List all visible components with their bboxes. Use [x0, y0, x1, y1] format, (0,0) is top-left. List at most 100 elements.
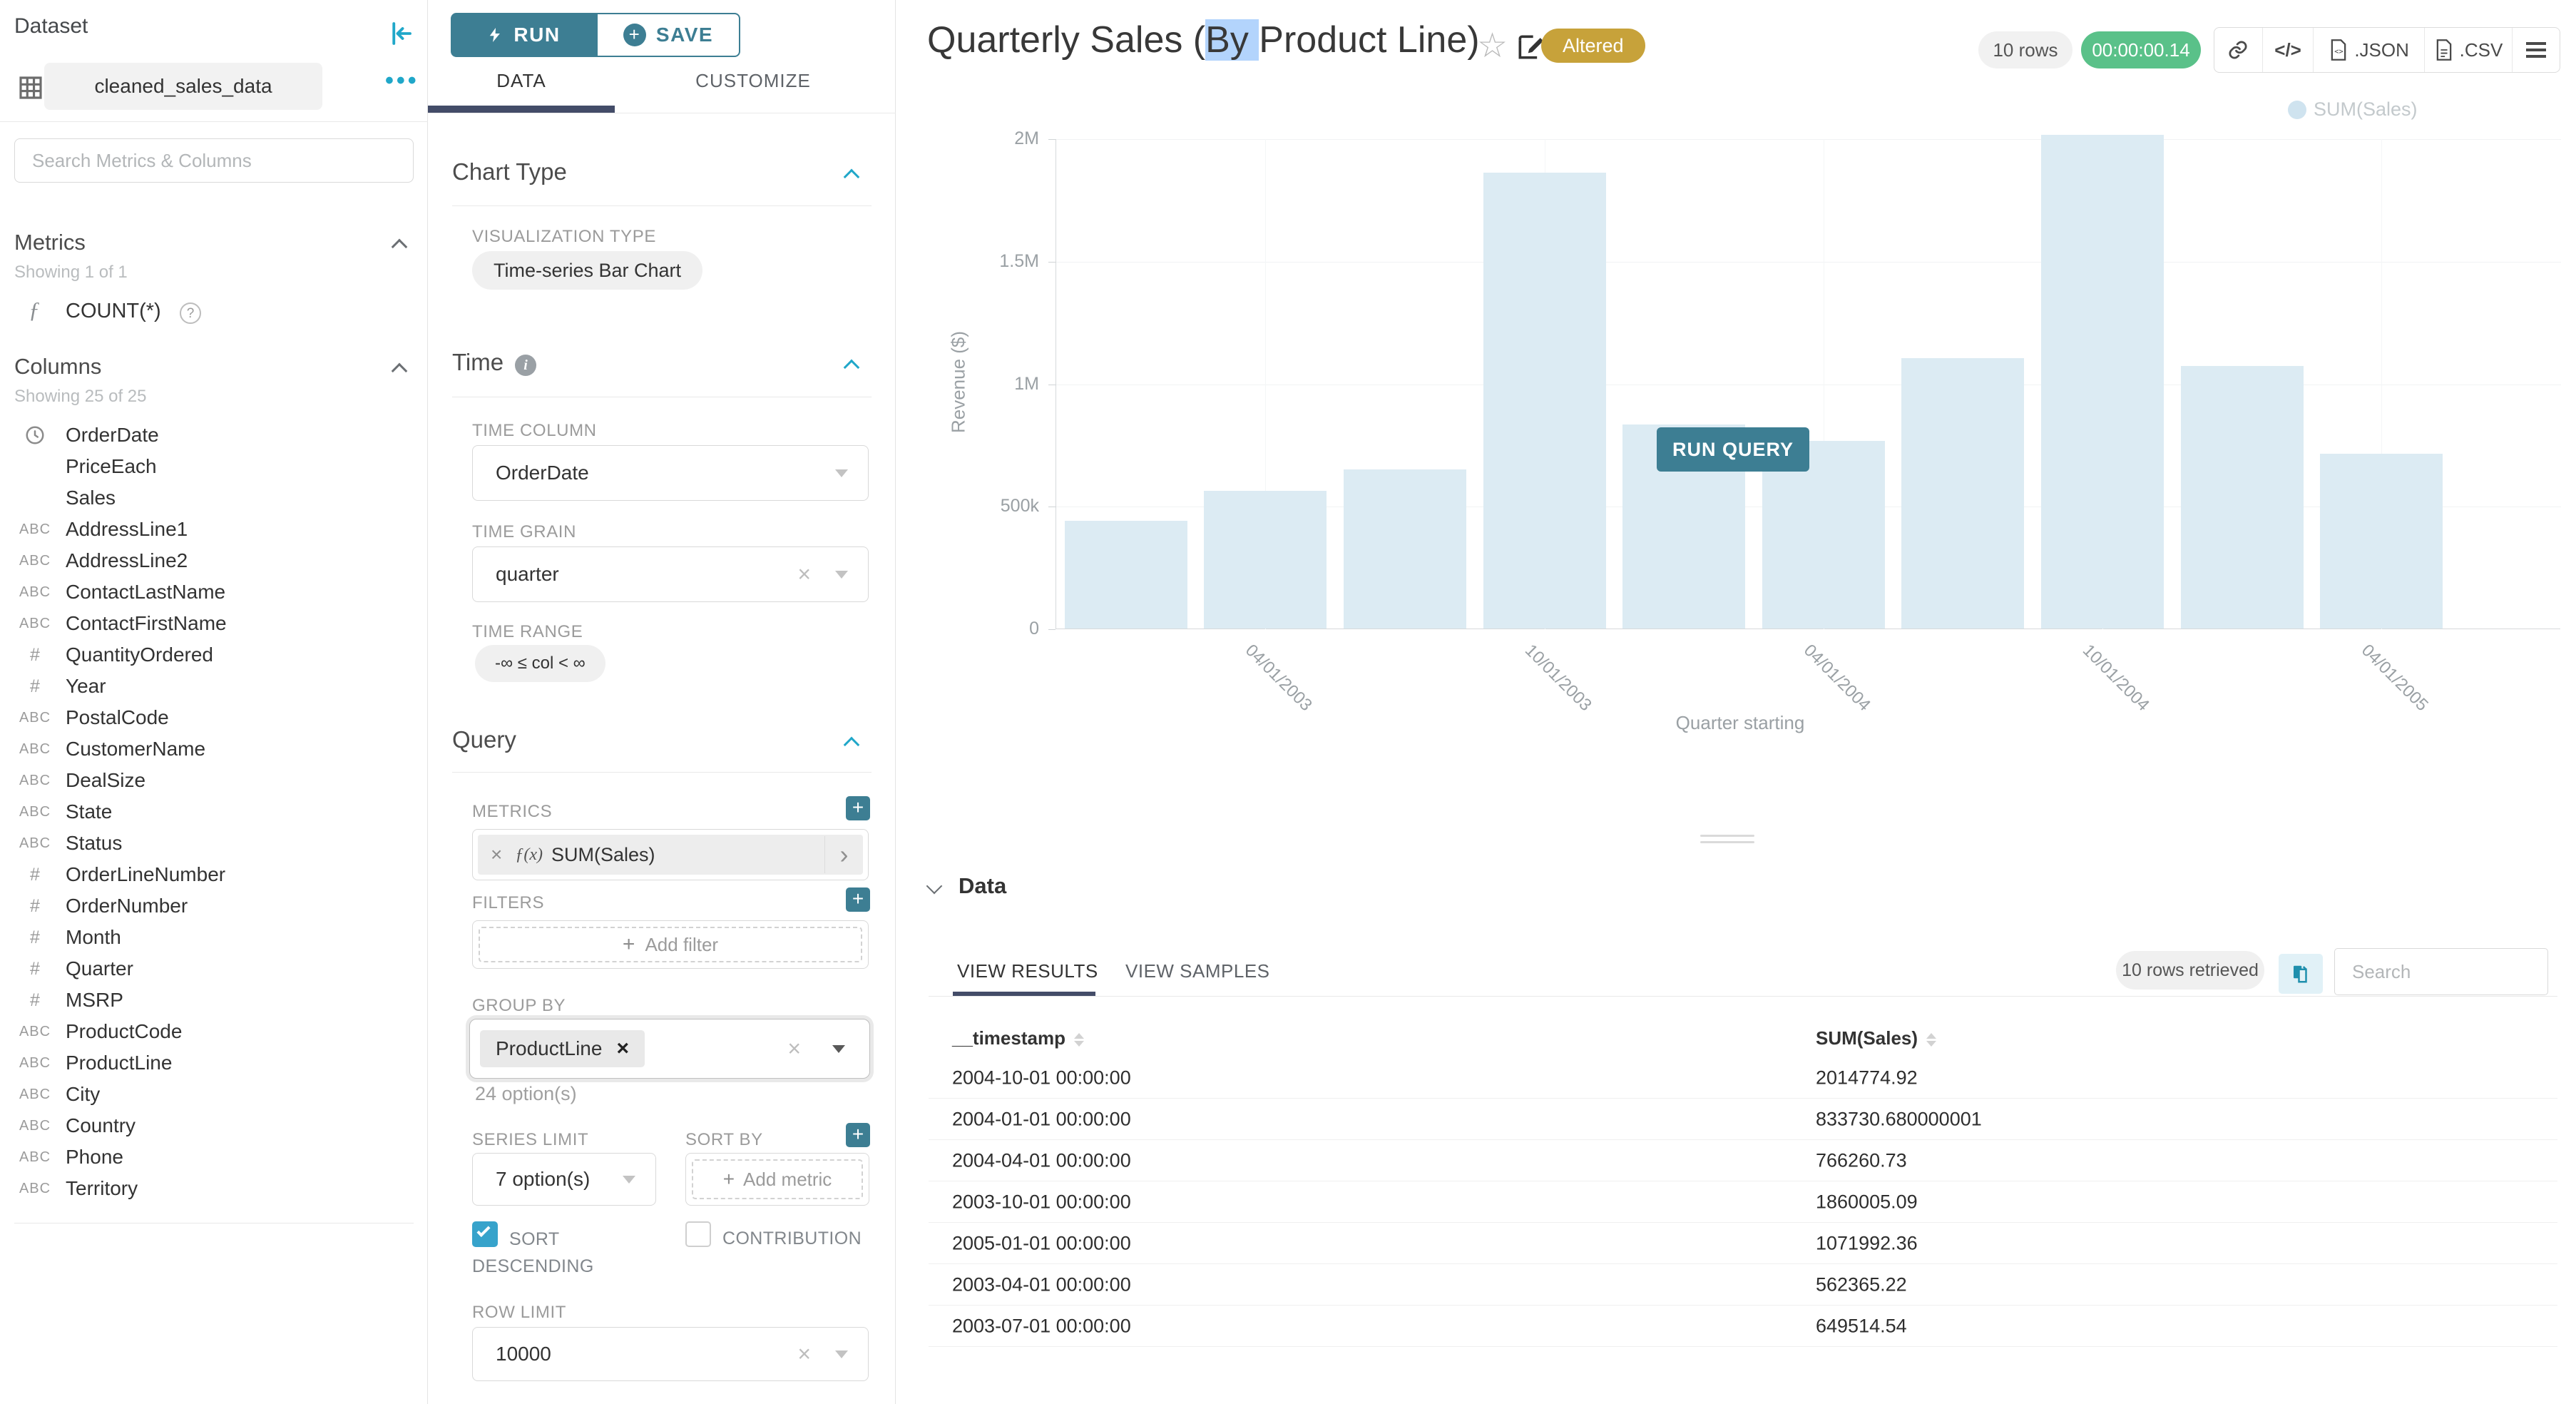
- column-item-orderlinenumber[interactable]: #OrderLineNumber: [0, 859, 428, 890]
- column-item-sales[interactable]: Sales: [0, 482, 428, 514]
- column-item-month[interactable]: #Month: [0, 922, 428, 953]
- dataset-name[interactable]: cleaned_sales_data: [44, 63, 322, 110]
- table-row[interactable]: 2005-01-01 00:00:001071992.36: [929, 1223, 2557, 1264]
- panel-resize-handle[interactable]: [1700, 835, 1754, 848]
- column-item-state[interactable]: ABCState: [0, 796, 428, 828]
- run-button[interactable]: RUN: [451, 13, 596, 57]
- dataset-search[interactable]: [14, 138, 414, 183]
- bar-2003-01-01[interactable]: [1065, 521, 1187, 629]
- column-item-contactfirstname[interactable]: ABCContactFirstName: [0, 608, 428, 639]
- time-range-value[interactable]: -∞ ≤ col < ∞: [475, 645, 605, 682]
- data-search-input[interactable]: [2335, 949, 2547, 994]
- column-item-orderdate[interactable]: OrderDate: [0, 419, 428, 451]
- table-row[interactable]: 2004-04-01 00:00:00766260.73: [929, 1140, 2557, 1181]
- column-item-postalcode[interactable]: ABCPostalCode: [0, 702, 428, 733]
- menu-icon[interactable]: [2513, 28, 2560, 72]
- column-item-phone[interactable]: ABCPhone: [0, 1141, 428, 1173]
- column-item-addressline2[interactable]: ABCAddressLine2: [0, 545, 428, 576]
- column-item-city[interactable]: ABCCity: [0, 1079, 428, 1110]
- query-collapse-icon[interactable]: [844, 737, 860, 753]
- chart-legend[interactable]: SUM(Sales): [2288, 98, 2418, 121]
- tab-data[interactable]: DATA: [428, 70, 615, 92]
- time-column-select[interactable]: OrderDate: [472, 445, 869, 501]
- altered-badge[interactable]: Altered: [1541, 29, 1645, 63]
- contribution-checkbox[interactable]: [685, 1221, 711, 1247]
- table-row[interactable]: 2003-07-01 00:00:00649514.54: [929, 1306, 2557, 1347]
- metric-chip[interactable]: × ƒ(x) SUM(Sales) ›: [478, 835, 863, 875]
- chevron-right-icon[interactable]: ›: [824, 836, 863, 873]
- export-csv-button[interactable]: .CSV: [2425, 28, 2513, 72]
- bar-2003-07-01[interactable]: [1344, 469, 1466, 629]
- data-search[interactable]: [2334, 948, 2548, 995]
- bar-2005-04-01[interactable]: [2320, 454, 2443, 629]
- table-row[interactable]: 2004-10-01 00:00:002014774.92: [929, 1057, 2557, 1099]
- clear-icon[interactable]: ×: [797, 1341, 811, 1368]
- add-metric-button[interactable]: +: [846, 796, 870, 820]
- table-row[interactable]: 2004-01-01 00:00:00833730.680000001: [929, 1099, 2557, 1140]
- column-item-addressline1[interactable]: ABCAddressLine1: [0, 514, 428, 545]
- copy-link-button[interactable]: [2214, 28, 2263, 72]
- save-button[interactable]: + SAVE: [596, 13, 740, 57]
- add-filter-dropzone[interactable]: + Add filter: [479, 927, 862, 962]
- bar-2004-10-01[interactable]: [2041, 135, 2164, 629]
- row-limit-select[interactable]: 10000 ×: [472, 1327, 869, 1381]
- time-info-icon[interactable]: i: [515, 355, 536, 376]
- favorite-star-icon[interactable]: ☆: [1477, 26, 1508, 66]
- time-collapse-icon[interactable]: [844, 360, 860, 376]
- column-item-territory[interactable]: ABCTerritory: [0, 1173, 428, 1204]
- data-collapse-icon[interactable]: [926, 878, 943, 895]
- column-item-productline[interactable]: ABCProductLine: [0, 1047, 428, 1079]
- column-item-msrp[interactable]: #MSRP: [0, 985, 428, 1016]
- column-item-contactlastname[interactable]: ABCContactLastName: [0, 576, 428, 608]
- table-row[interactable]: 2003-10-01 00:00:001860005.09: [929, 1181, 2557, 1223]
- remove-metric-icon[interactable]: ×: [478, 843, 515, 866]
- metric-help-icon[interactable]: ?: [180, 302, 201, 324]
- columns-collapse-icon[interactable]: [392, 363, 408, 380]
- column-item-customername[interactable]: ABCCustomerName: [0, 733, 428, 765]
- column-item-ordernumber[interactable]: #OrderNumber: [0, 890, 428, 922]
- export-json-button[interactable]: <> .JSON: [2314, 28, 2424, 72]
- column-item-productcode[interactable]: ABCProductCode: [0, 1016, 428, 1047]
- metrics-collapse-icon[interactable]: [392, 239, 408, 255]
- bar-2004-07-01[interactable]: [1901, 358, 2024, 629]
- tab-view-samples[interactable]: VIEW SAMPLES: [1125, 960, 1270, 982]
- remove-chip-icon[interactable]: ×: [616, 1037, 629, 1061]
- tab-customize[interactable]: CUSTOMIZE: [615, 70, 891, 92]
- column-item-priceeach[interactable]: PriceEach: [0, 451, 428, 482]
- column-item-quarter[interactable]: #Quarter: [0, 953, 428, 985]
- tab-view-results[interactable]: VIEW RESULTS: [957, 960, 1098, 982]
- dataset-search-input[interactable]: [15, 139, 413, 182]
- chart-type-collapse-icon[interactable]: [844, 169, 860, 185]
- sort-icon[interactable]: [1074, 1033, 1084, 1047]
- add-filter-button[interactable]: +: [846, 887, 870, 912]
- group-by-select[interactable]: ProductLine × ×: [469, 1019, 870, 1079]
- visualization-type-value[interactable]: Time-series Bar Chart: [472, 251, 702, 290]
- copy-data-button[interactable]: [2279, 954, 2323, 994]
- column-item-dealsize[interactable]: ABCDealSize: [0, 765, 428, 796]
- embed-code-button[interactable]: </>: [2263, 28, 2314, 72]
- column-item-year[interactable]: #Year: [0, 671, 428, 702]
- clear-icon[interactable]: ×: [787, 1036, 801, 1062]
- group-by-chip[interactable]: ProductLine ×: [480, 1030, 645, 1067]
- dataset-panel-title: Dataset: [14, 14, 88, 39]
- clear-icon[interactable]: ×: [797, 561, 811, 588]
- column-item-quantityordered[interactable]: #QuantityOrdered: [0, 639, 428, 671]
- time-grain-select[interactable]: quarter ×: [472, 546, 869, 602]
- bar-2003-10-01[interactable]: [1483, 173, 1606, 629]
- bar-2005-01-01[interactable]: [2181, 366, 2304, 629]
- add-sort-metric-button[interactable]: +: [846, 1123, 870, 1147]
- series-limit-select[interactable]: 7 option(s): [472, 1153, 656, 1206]
- column-header-sum-sales[interactable]: SUM(Sales): [1816, 1027, 1936, 1049]
- sort-icon[interactable]: [1926, 1033, 1936, 1047]
- table-row[interactable]: 2003-04-01 00:00:00562365.22: [929, 1264, 2557, 1306]
- page-title[interactable]: Quarterly Sales (By Product Line): [927, 19, 1480, 61]
- metric-count-item[interactable]: COUNT(*): [66, 300, 161, 323]
- column-header-timestamp[interactable]: __timestamp: [952, 1027, 1084, 1049]
- add-sort-metric-dropzone[interactable]: + Add metric: [692, 1159, 863, 1199]
- run-query-button[interactable]: RUN QUERY: [1657, 427, 1809, 472]
- column-item-country[interactable]: ABCCountry: [0, 1110, 428, 1141]
- bar-2003-04-01[interactable]: [1204, 491, 1327, 629]
- collapse-panel-icon[interactable]: [385, 19, 415, 49]
- column-item-status[interactable]: ABCStatus: [0, 828, 428, 859]
- dataset-more-menu-icon[interactable]: •••: [385, 67, 419, 95]
